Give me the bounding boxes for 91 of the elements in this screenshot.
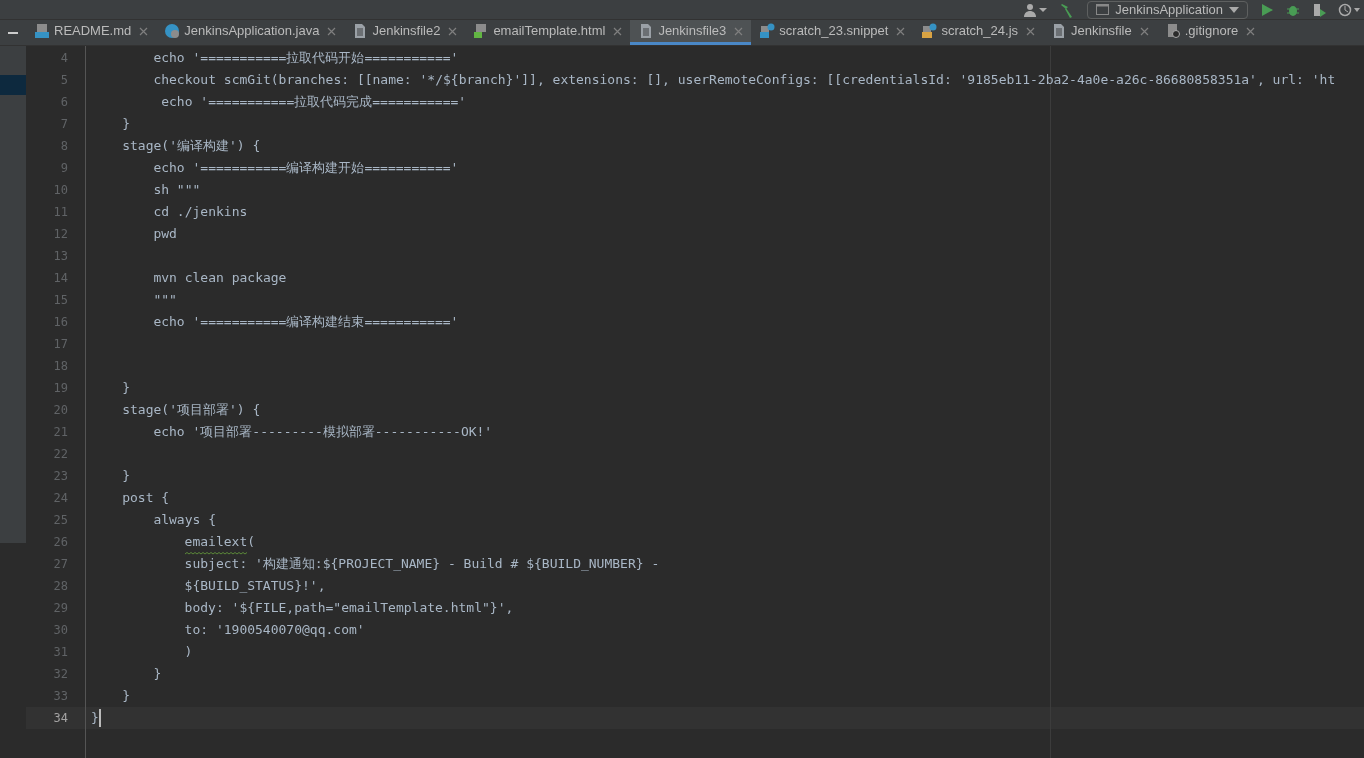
editor-tab[interactable]: README.md <box>26 20 157 45</box>
code-line: } <box>122 688 130 704</box>
caret-icon[interactable] <box>1039 6 1048 13</box>
line-number: 23 <box>52 468 68 485</box>
editor-tab[interactable]: scratch_24.js <box>913 20 1044 45</box>
line-number: 11 <box>52 204 68 221</box>
code-line: echo '===========编译构建开始===========' <box>153 160 459 176</box>
code-line: } <box>153 666 162 682</box>
line-number: 6 <box>59 94 68 111</box>
tool-window-highlight <box>0 75 26 95</box>
line-number: 33 <box>52 688 68 705</box>
line-number: 10 <box>52 182 68 199</box>
code-line: """ <box>153 292 177 308</box>
code-line: body: '${FILE,path="emailTemplate.html"}', <box>184 600 514 616</box>
line-number: 29 <box>52 600 68 617</box>
js-file-icon <box>921 23 938 39</box>
code-line: sh """ <box>153 182 201 198</box>
code-line: echo '===========编译构建结束===========' <box>153 314 459 330</box>
line-number: 14 <box>52 270 68 287</box>
user-icon[interactable] <box>1023 2 1038 17</box>
line-number: 16 <box>52 314 68 331</box>
code-line: echo '===========拉取代码开始===========' <box>153 50 459 66</box>
code-line: pwd <box>153 226 177 242</box>
run-configuration-dropdown[interactable]: JenkinsApplication <box>1087 0 1248 19</box>
code-line: cd ./jenkins <box>153 204 248 220</box>
code-line: stage('项目部署') { <box>122 402 261 418</box>
line-number: 8 <box>59 138 68 155</box>
close-icon[interactable] <box>327 26 337 36</box>
line-number: 28 <box>52 578 68 595</box>
code-line: } <box>122 468 130 484</box>
line-number: 18 <box>52 358 68 375</box>
line-number: 20 <box>52 402 68 419</box>
line-number: 25 <box>52 512 68 529</box>
minimize-icon[interactable] <box>8 31 18 34</box>
close-icon[interactable] <box>448 26 458 36</box>
editor-tab[interactable]: Jenkinsfile <box>1043 20 1157 45</box>
close-icon[interactable] <box>613 26 623 36</box>
close-icon[interactable] <box>1246 26 1256 36</box>
line-number: 22 <box>52 446 68 463</box>
line-number: 27 <box>52 556 68 573</box>
line-number: 4 <box>59 50 68 67</box>
line-number: 21 <box>52 424 68 441</box>
line-number: 7 <box>59 116 68 133</box>
code-line: } <box>91 710 99 726</box>
window-icon <box>1096 4 1110 15</box>
close-icon[interactable] <box>1139 26 1149 36</box>
line-number: 5 <box>59 72 68 89</box>
editor-tab[interactable]: .gitignore <box>1156 20 1264 45</box>
code-line: subject: '构建通知:${PROJECT_NAME} - Build # ${BUILD_NUMBER} - <box>184 556 660 572</box>
editor-tab[interactable]: Jenkinsfile2 <box>344 20 466 45</box>
editor-tab[interactable]: JenkinsApplication.java <box>156 20 345 45</box>
markdown-file-icon <box>34 23 50 39</box>
line-number: 17 <box>52 336 68 353</box>
java-class-icon <box>164 23 181 39</box>
code-line: post { <box>122 490 170 506</box>
code-line: mvn clean package <box>153 270 287 286</box>
line-number: 19 <box>52 380 68 397</box>
run-icon[interactable] <box>1260 2 1274 17</box>
code-line: checkout scmGit(branches: [[name: '*/${branch}']], extensions: [], userRemoteConfigs: [[credentialsId: '9185eb11-2ba2-4a0e-a26c-86680858351a', url: 'ht <box>153 72 1336 88</box>
line-number: 24 <box>52 490 68 507</box>
line-number: 15 <box>52 292 68 309</box>
line-number: 34 <box>52 710 68 727</box>
code-line: } <box>122 380 130 396</box>
line-number: 13 <box>52 248 68 265</box>
line-number: 12 <box>52 226 68 243</box>
code-line: echo '项目部署---------模拟部署-----------OK!' <box>153 424 493 440</box>
text-cursor <box>98 709 101 727</box>
close-icon[interactable] <box>1026 26 1036 36</box>
code-line: to: '1900540070@qq.com' <box>184 622 365 638</box>
close-icon[interactable] <box>734 26 744 36</box>
code-line: } <box>122 116 130 132</box>
editor-tab[interactable]: scratch_23.snippet <box>751 20 914 45</box>
editor-tab[interactable]: emailTemplate.html <box>465 20 631 45</box>
line-number: 9 <box>59 160 68 177</box>
code-line: ${BUILD_STATUS}!', <box>184 578 326 594</box>
code-line: echo '===========拉取代码完成===========' <box>161 94 467 110</box>
code-line: ) <box>184 644 193 660</box>
line-number: 31 <box>52 644 68 661</box>
close-icon[interactable] <box>896 26 906 36</box>
editor-tab[interactable]: Jenkinsfile3 <box>630 20 752 45</box>
code-line: always { <box>153 512 216 528</box>
scratch-file-icon <box>759 23 776 39</box>
line-number: 30 <box>52 622 68 639</box>
close-icon[interactable] <box>139 26 149 36</box>
profiler-icon[interactable] <box>1338 2 1360 17</box>
coverage-icon[interactable] <box>1312 2 1326 17</box>
line-number: 26 <box>52 534 68 551</box>
caret-icon <box>1229 6 1239 13</box>
code-line: stage('编译构建') { <box>122 138 261 154</box>
line-number: 32 <box>52 666 68 683</box>
code-line: emailext( <box>184 534 256 550</box>
